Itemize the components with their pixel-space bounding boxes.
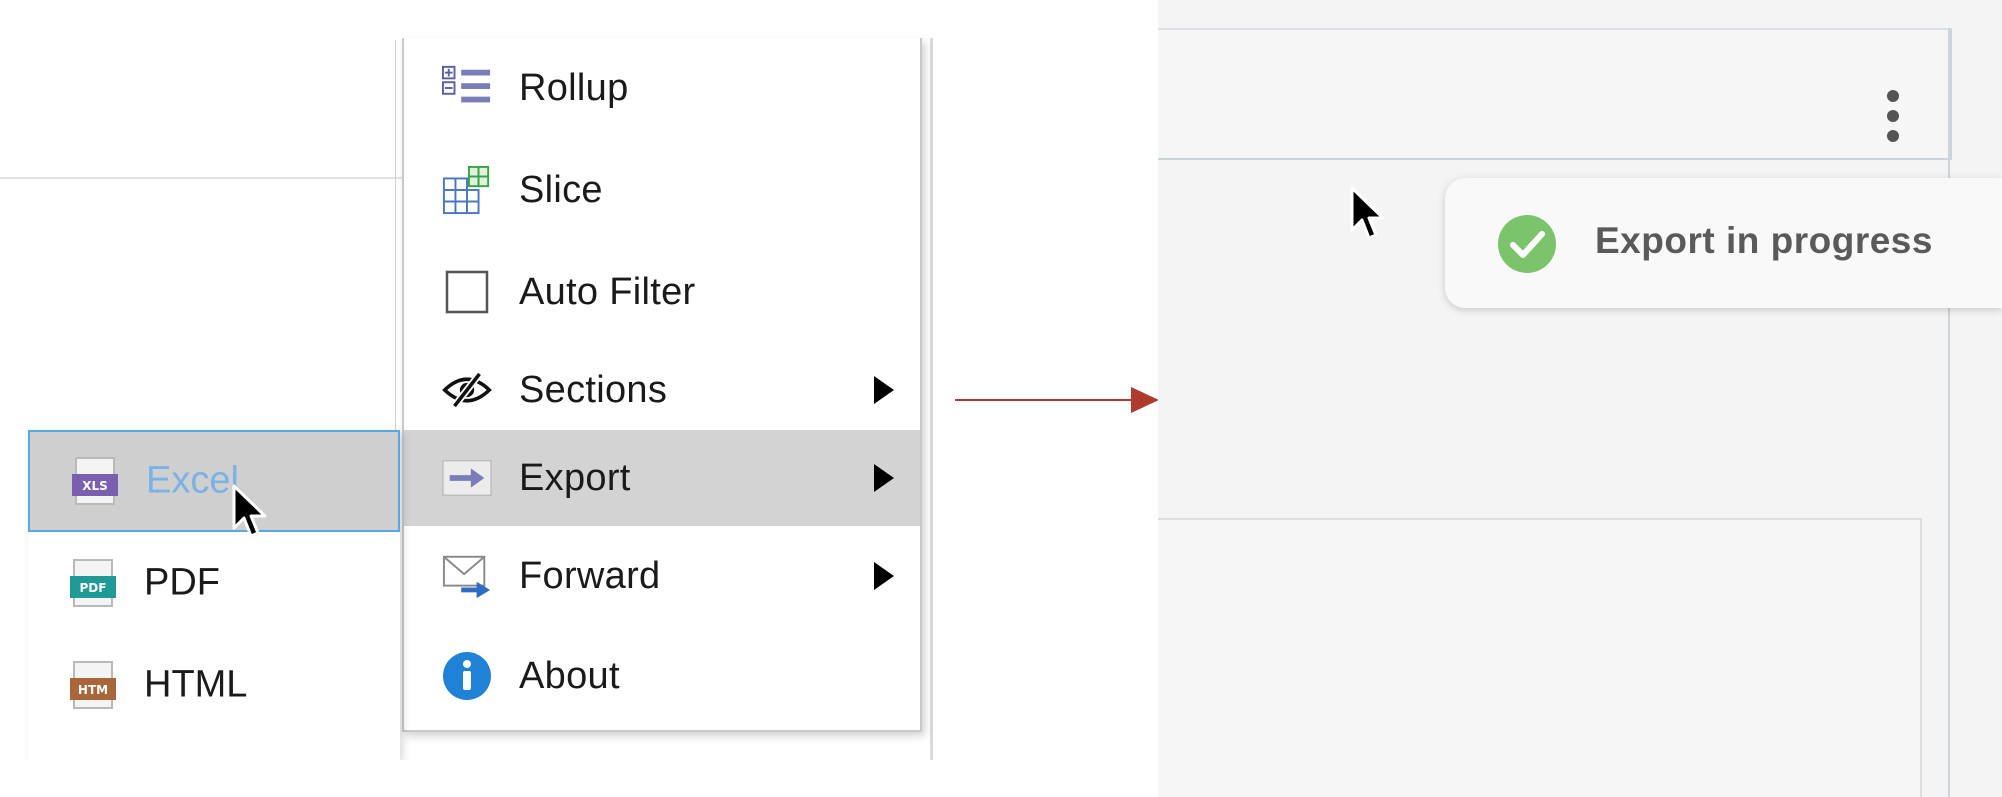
export-submenu: XLS Excel PDF PDF HTM HTML — [28, 430, 400, 760]
before-scene: Rollup Slice Auto Filter Sections Export… — [0, 0, 1158, 760]
menu-item-label: Auto Filter — [519, 270, 696, 313]
menu-item-sections[interactable]: Sections — [404, 342, 920, 438]
check-circle-icon — [1498, 215, 1556, 273]
content-area — [1158, 518, 1922, 797]
context-menu: Rollup Slice Auto Filter Sections Export… — [402, 38, 922, 732]
menu-item-label: About — [519, 654, 620, 697]
header-bar — [1158, 28, 1952, 160]
export-arrow-icon — [442, 453, 492, 503]
divider — [0, 177, 405, 179]
submenu-item-label: PDF — [144, 561, 220, 604]
svg-text:PDF: PDF — [80, 581, 107, 595]
xls-file-icon: XLS — [70, 456, 120, 506]
eye-slash-icon — [442, 365, 492, 415]
submenu-item-label: HTML — [144, 663, 248, 706]
menu-item-slice[interactable]: Slice — [404, 142, 920, 238]
rollup-icon — [442, 63, 492, 113]
mail-forward-icon — [442, 551, 492, 601]
pdf-file-icon: PDF — [68, 558, 118, 608]
html-file-icon: HTM — [68, 660, 118, 710]
submenu-item-label: Excel — [146, 459, 239, 502]
submenu-item-html[interactable]: HTM HTML — [28, 634, 400, 736]
more-options-icon[interactable] — [1878, 90, 1908, 160]
mouse-cursor-icon — [232, 484, 267, 538]
divider — [930, 38, 933, 760]
after-scene: Export in progress — [1158, 0, 2002, 797]
menu-item-label: Sections — [519, 368, 668, 411]
export-toast: Export in progress — [1445, 178, 2002, 308]
menu-item-rollup[interactable]: Rollup — [404, 40, 920, 136]
divider — [1948, 28, 1950, 797]
submenu-arrow-icon — [874, 376, 894, 404]
menu-item-label: Forward — [519, 554, 661, 597]
submenu-item-excel[interactable]: XLS Excel — [28, 430, 400, 532]
transition-arrow-icon — [955, 387, 1159, 413]
menu-item-label: Rollup — [519, 66, 629, 109]
menu-item-label: Export — [519, 456, 631, 499]
toast-message: Export in progress — [1595, 220, 1933, 261]
slice-icon — [442, 165, 492, 215]
svg-text:XLS: XLS — [82, 479, 108, 493]
submenu-arrow-icon — [874, 464, 894, 492]
submenu-item-pdf[interactable]: PDF PDF — [28, 532, 400, 634]
menu-item-forward[interactable]: Forward — [404, 528, 920, 624]
menu-item-export[interactable]: Export — [404, 430, 920, 526]
svg-text:HTM: HTM — [78, 683, 108, 697]
info-icon — [442, 651, 492, 701]
menu-item-about[interactable]: About — [404, 628, 920, 724]
menu-item-label: Slice — [519, 168, 603, 211]
submenu-arrow-icon — [874, 562, 894, 590]
mouse-cursor-icon — [1350, 186, 1385, 240]
menu-item-auto-filter[interactable]: Auto Filter — [404, 244, 920, 340]
checkbox-icon — [442, 267, 492, 317]
